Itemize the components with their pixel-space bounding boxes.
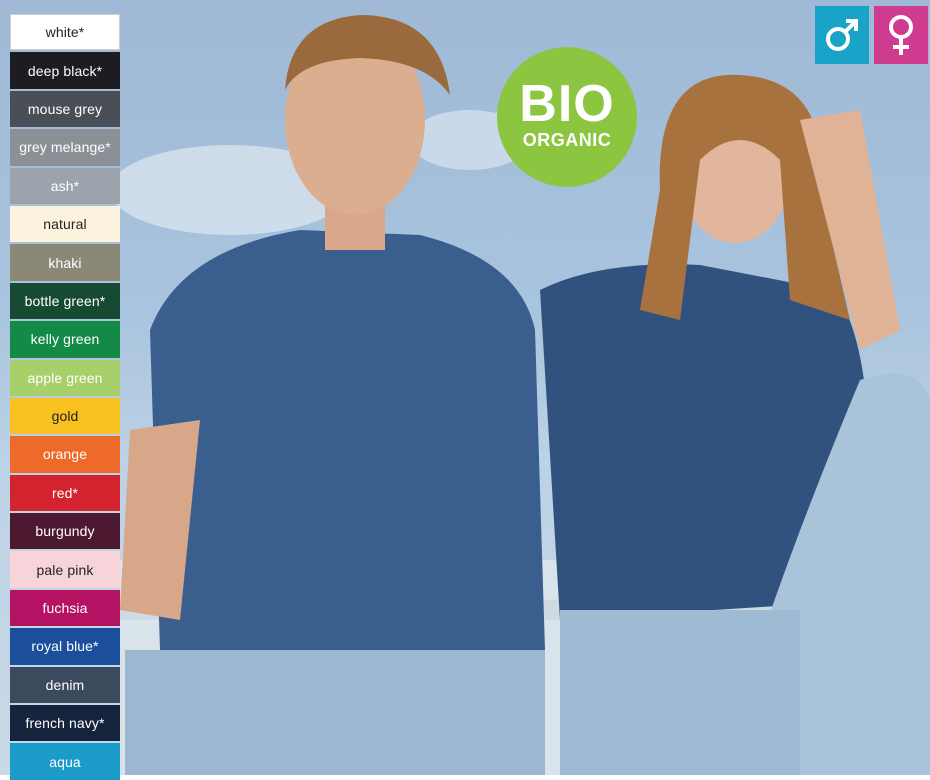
male-button[interactable] — [815, 6, 869, 64]
color-swatch[interactable]: burgundy — [10, 513, 120, 550]
color-swatch[interactable]: khaki — [10, 244, 120, 281]
color-swatch[interactable]: fuchsia — [10, 589, 120, 627]
color-swatch[interactable]: french navy* — [10, 705, 120, 742]
color-swatch[interactable]: aqua — [10, 743, 120, 780]
color-swatch[interactable]: royal blue* — [10, 628, 120, 665]
color-swatch[interactable]: ash* — [10, 167, 120, 204]
color-swatch[interactable]: deep black* — [10, 52, 120, 89]
female-button[interactable] — [874, 6, 928, 64]
models-illustration — [110, 15, 930, 775]
color-swatch[interactable]: pale pink — [10, 551, 120, 588]
color-swatch[interactable]: red* — [10, 474, 120, 512]
color-swatch-list: white* deep black* mouse grey grey melange*… — [10, 14, 120, 780]
badge-organic-text: ORGANIC — [522, 130, 612, 150]
male-symbol-icon — [826, 19, 858, 51]
badge-bio-text: BIO — [519, 75, 615, 133]
color-swatch[interactable]: kelly green — [10, 321, 120, 358]
color-swatch[interactable]: apple green — [10, 359, 120, 396]
bio-organic-badge: BIO ORGANIC — [497, 47, 637, 187]
color-swatch[interactable]: grey melange* — [10, 129, 120, 166]
color-swatch[interactable]: gold — [10, 397, 120, 435]
color-swatch[interactable]: mouse grey — [10, 90, 120, 128]
product-photo — [0, 0, 930, 775]
female-symbol-icon — [889, 15, 913, 55]
color-swatch[interactable]: white* — [10, 14, 120, 51]
color-swatch[interactable]: bottle green* — [10, 282, 120, 320]
color-swatch[interactable]: natural — [10, 205, 120, 243]
color-swatch[interactable]: denim — [10, 666, 120, 704]
color-swatch[interactable]: orange — [10, 436, 120, 473]
